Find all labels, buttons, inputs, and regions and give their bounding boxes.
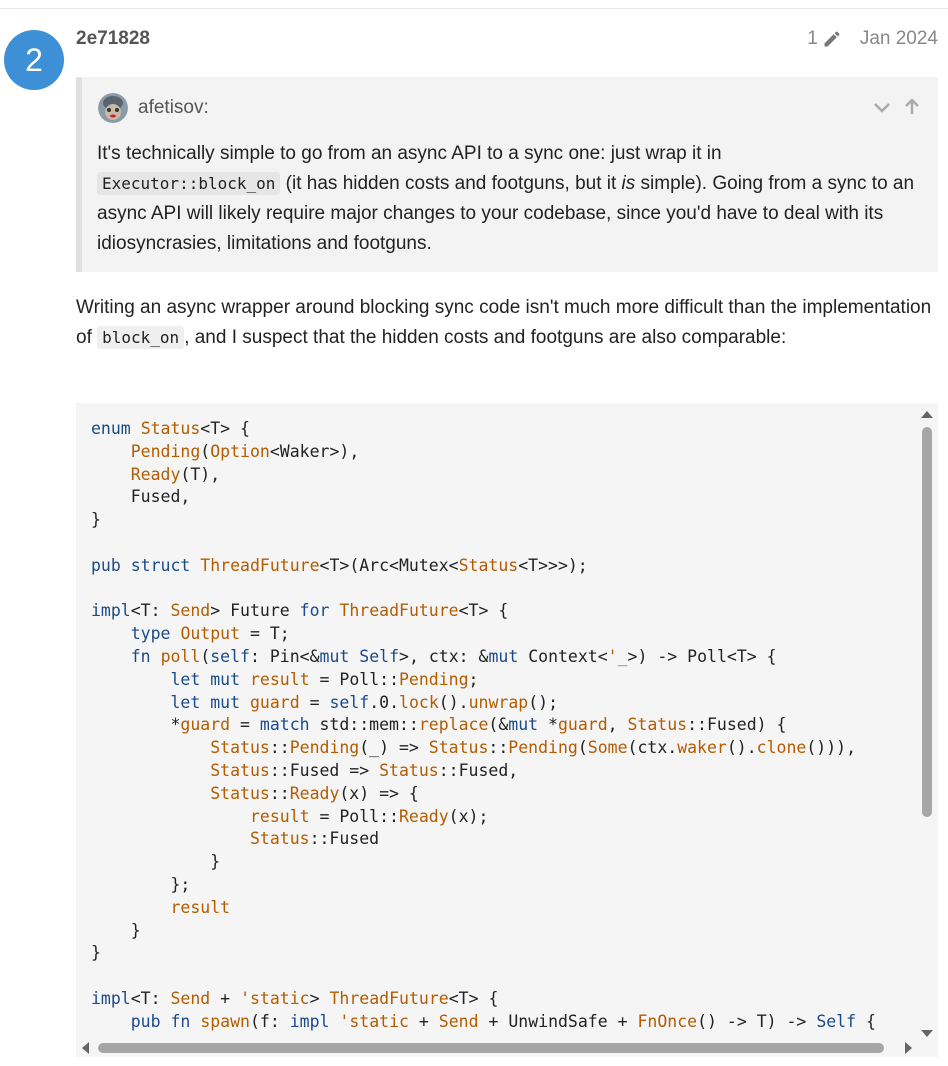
horizontal-scroll-thumb[interactable] <box>98 1043 884 1053</box>
code-line: } <box>91 920 141 940</box>
quote-emphasis: is <box>621 173 636 194</box>
code-line: pub struct ThreadFuture<T>(Arc<Mutex<Sta… <box>91 555 588 575</box>
code-line: pub fn spawn(f: impl 'static + Send + Un… <box>130 1011 876 1031</box>
code-line: } <box>91 510 101 530</box>
code-line: Status::Pending(_) => Status::Pending(So… <box>210 738 857 758</box>
arrow-up-icon[interactable] <box>902 97 922 117</box>
vertical-scrollbar[interactable] <box>921 411 933 1037</box>
vertical-scroll-thumb[interactable] <box>922 427 932 817</box>
code-line: let mut guard = self.0.lock().unwrap(); <box>170 692 559 712</box>
scroll-right-arrow-icon[interactable] <box>905 1042 912 1054</box>
code-line: result = Poll::Ready(x); <box>249 806 489 826</box>
scroll-up-arrow-icon[interactable] <box>921 411 933 418</box>
edit-count: 1 <box>807 28 818 49</box>
divider <box>0 8 948 9</box>
chevron-down-icon[interactable] <box>872 97 892 117</box>
code-line: result <box>170 897 231 917</box>
code-line: }; <box>91 874 191 894</box>
quote-header: afetisov: <box>98 93 209 123</box>
pencil-icon <box>824 31 840 47</box>
code-line: Fused, <box>91 487 191 507</box>
post-number-avatar[interactable]: 2 <box>4 30 64 90</box>
code-block[interactable]: enum Status<T> { Pending(Option<Waker>),… <box>76 403 938 1057</box>
quote-text-part: (it has hidden costs and footguns, but i… <box>280 173 622 194</box>
code-line: } <box>91 852 221 872</box>
quote-author[interactable]: afetisov: <box>138 97 209 119</box>
quote-text-part: It's technically simple to go from an as… <box>97 143 722 164</box>
quote-text: It's technically simple to go from an as… <box>97 139 927 259</box>
code-line: fn poll(self: Pin<&mut Self>, ctx: &mut … <box>130 646 777 666</box>
post-author[interactable]: 2e71828 <box>76 28 150 50</box>
code-line: impl<T: Send> Future for ThreadFuture<T>… <box>91 601 509 621</box>
code-line: type Output = T; <box>130 624 290 644</box>
body-text-part: , and I suspect that the hidden costs an… <box>184 327 787 348</box>
code-line: Pending(Option<Waker>), <box>130 441 360 461</box>
code-line: Status::Fused <box>249 829 380 849</box>
quote-controls <box>872 97 922 117</box>
code-line: Status::Fused => Status::Fused, <box>210 760 519 780</box>
code-line: Status::Ready(x) => { <box>210 783 419 803</box>
code-line: Ready(T), <box>130 464 221 484</box>
code-content: enum Status<T> { Pending(Option<Waker>),… <box>91 418 876 1034</box>
post-body-text: Writing an async wrapper around blocking… <box>76 293 938 353</box>
horizontal-scrollbar[interactable] <box>82 1042 912 1054</box>
quote-block: afetisov: It's technically simple to go … <box>76 77 938 272</box>
inline-code: block_on <box>97 326 185 349</box>
scroll-left-arrow-icon[interactable] <box>82 1042 89 1054</box>
post-meta: 1 Jan 2024 <box>807 28 938 50</box>
scroll-down-arrow-icon[interactable] <box>921 1030 933 1037</box>
avatar[interactable] <box>98 93 128 123</box>
inline-code: Executor::block_on <box>97 172 281 195</box>
code-line: } <box>91 943 101 963</box>
code-line: let mut result = Poll::Pending; <box>170 669 479 689</box>
code-line: impl<T: Send + 'static> ThreadFuture<T> … <box>91 988 499 1008</box>
code-line: enum Status<T> { <box>91 419 250 438</box>
code-line: *guard = match std::mem::replace(&mut *g… <box>91 715 787 735</box>
post-date[interactable]: Jan 2024 <box>860 28 938 50</box>
edit-history-button[interactable]: 1 <box>807 28 842 50</box>
